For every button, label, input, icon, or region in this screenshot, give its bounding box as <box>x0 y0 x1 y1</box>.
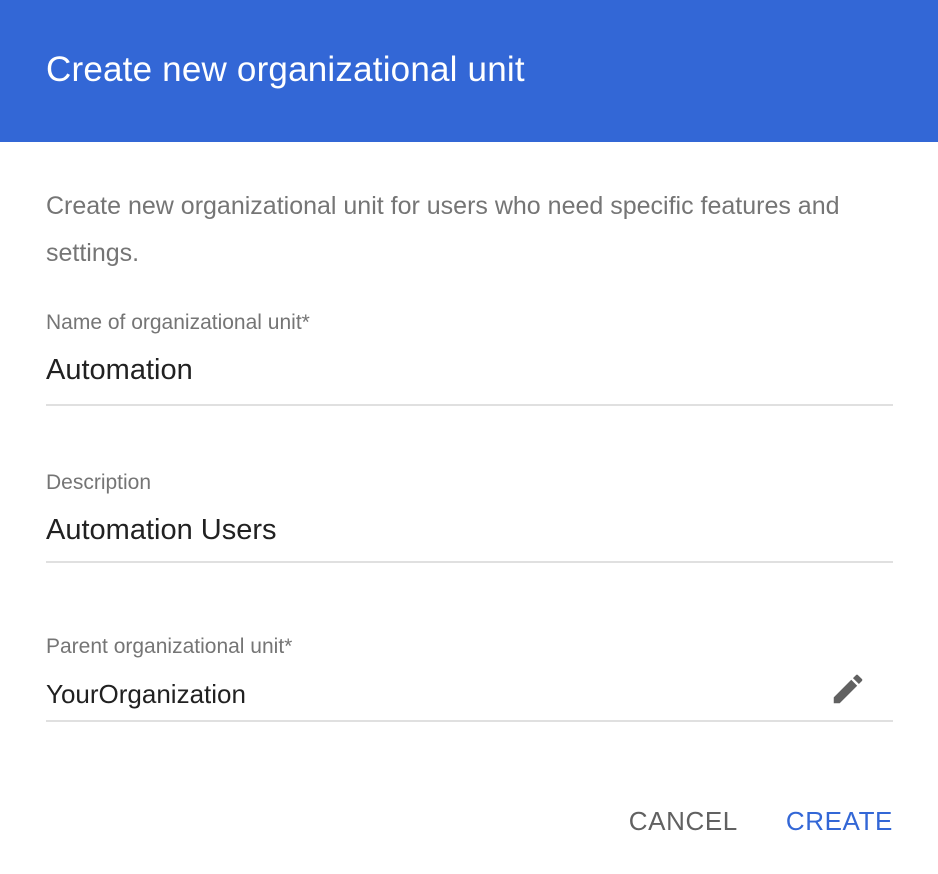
name-field-label: Name of organizational unit* <box>46 311 310 334</box>
description-field: Description <box>46 470 893 563</box>
description-field-label: Description <box>46 471 152 494</box>
name-field: Name of organizational unit* <box>46 310 893 406</box>
pencil-icon <box>833 674 863 704</box>
create-ou-dialog: Create new organizational unit Create ne… <box>0 0 938 874</box>
dialog-actions: CANCEL CREATE <box>629 803 893 839</box>
description-input[interactable] <box>46 512 806 548</box>
parent-ou-value: YourOrganization <box>46 679 246 709</box>
cancel-button[interactable]: CANCEL <box>629 803 738 839</box>
dialog-header: Create new organizational unit <box>0 0 938 142</box>
name-input[interactable] <box>46 352 806 388</box>
dialog-description: Create new organizational unit for users… <box>46 192 840 267</box>
parent-ou-field: Parent organizational unit* YourOrganiza… <box>46 634 893 722</box>
create-button[interactable]: CREATE <box>786 803 893 839</box>
edit-parent-button[interactable] <box>827 668 869 710</box>
parent-ou-field-label: Parent organizational unit* <box>46 635 293 658</box>
dialog-title: Create new organizational unit <box>46 50 525 89</box>
